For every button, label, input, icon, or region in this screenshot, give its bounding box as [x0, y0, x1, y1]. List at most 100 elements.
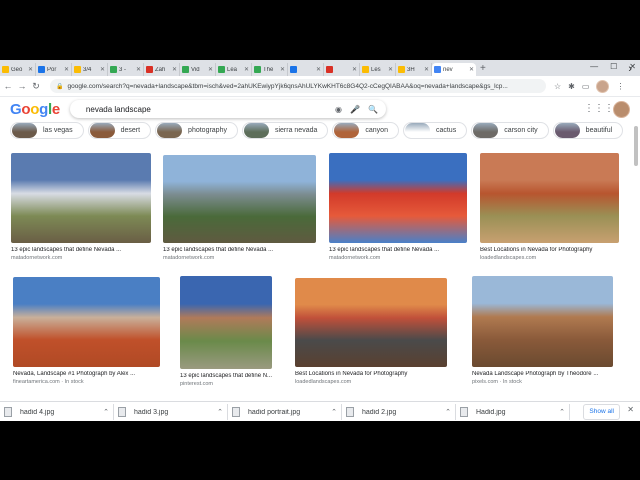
image-result[interactable]: 13 epic landscapes that define Nevada ..…	[11, 153, 151, 261]
maximize-button[interactable]: ☐	[610, 62, 617, 71]
chip-7[interactable]: beautiful	[552, 121, 624, 139]
result-caption[interactable]: 13 epic landscapes that define Nevada ..…	[163, 247, 316, 253]
chevron-up-icon[interactable]: ⌃	[445, 408, 451, 416]
google-logo[interactable]: Google	[10, 101, 60, 118]
search-icon[interactable]: 🔍	[368, 105, 378, 114]
close-tab-icon[interactable]: ✕	[388, 66, 393, 73]
close-tab-icon[interactable]: ✕	[352, 66, 357, 73]
result-caption[interactable]: Nevada, Landscape #1 Photograph by Alex …	[13, 371, 160, 377]
close-tab-icon[interactable]: ✕	[469, 66, 474, 73]
result-thumbnail[interactable]	[13, 277, 160, 367]
camera-icon[interactable]: ◉	[335, 105, 342, 114]
browser-menu-icon[interactable]: ⋮	[616, 82, 624, 91]
close-tab-icon[interactable]: ✕	[208, 66, 213, 73]
result-source[interactable]: matadornetwork.com	[329, 255, 467, 261]
tab-10[interactable]: Les ✕	[360, 63, 396, 76]
scrollbar-thumb[interactable]	[634, 126, 638, 166]
extensions-icon[interactable]: ✱	[568, 82, 575, 91]
tab-3[interactable]: 3 - ✕	[108, 63, 144, 76]
image-result[interactable]: Best Locations in Nevada for Photography…	[295, 278, 447, 385]
close-tab-icon[interactable]: ✕	[280, 66, 285, 73]
result-caption[interactable]: 13 epic landscapes that define Nevada ..…	[11, 247, 151, 253]
forward-icon[interactable]: →	[16, 81, 28, 91]
search-input[interactable]	[83, 103, 327, 115]
download-item[interactable]: hadid portrait.jpg ⌃	[228, 404, 342, 420]
chip-2[interactable]: photography	[155, 121, 238, 139]
bookmark-star-icon[interactable]: ☆	[554, 82, 561, 91]
chip-3[interactable]: sierra nevada	[241, 121, 329, 139]
chevron-up-icon[interactable]: ⌃	[217, 408, 223, 416]
account-avatar[interactable]	[613, 101, 630, 118]
result-thumbnail[interactable]	[11, 153, 151, 243]
result-thumbnail[interactable]	[295, 278, 447, 367]
download-item[interactable]: hadid 3.jpg ⌃	[114, 404, 228, 420]
close-tab-icon[interactable]: ✕	[172, 66, 177, 73]
tab-2[interactable]: 3/4 ✕	[72, 63, 108, 76]
result-thumbnail[interactable]	[472, 276, 613, 367]
download-item[interactable]: hadid 2.jpg ⌃	[342, 404, 456, 420]
download-item[interactable]: hadid 4.jpg ⌃	[0, 404, 114, 420]
chevron-right-icon[interactable]: ›	[628, 63, 632, 75]
image-result[interactable]: Nevada, Landscape #1 Photograph by Alex …	[13, 277, 160, 385]
apps-grid-icon[interactable]: ⋮⋮⋮	[584, 103, 614, 114]
result-caption[interactable]: Best Locations in Nevada for Photography	[295, 371, 447, 377]
chevron-up-icon[interactable]: ⌃	[103, 408, 109, 416]
tab-active[interactable]: nev ✕	[432, 63, 476, 76]
image-result[interactable]: Nevada Landscape Photograph by Theodore …	[472, 276, 613, 385]
cast-icon[interactable]: ▭	[582, 82, 590, 91]
reload-icon[interactable]: ↻	[30, 81, 42, 92]
image-result[interactable]: 13 epic landscapes that define Nevada ..…	[329, 153, 467, 261]
result-source[interactable]: matadornetwork.com	[163, 255, 316, 261]
result-source[interactable]: pinterest.com	[180, 381, 272, 387]
tab-11[interactable]: 3H ✕	[396, 63, 432, 76]
tab-0[interactable]: Geo ✕	[0, 63, 36, 76]
close-tab-icon[interactable]: ✕	[316, 66, 321, 73]
chevron-up-icon[interactable]: ⌃	[559, 408, 565, 416]
show-all-button[interactable]: Show all	[583, 404, 620, 420]
tab-4[interactable]: Zah ✕	[144, 63, 180, 76]
tab-5[interactable]: Vid ✕	[180, 63, 216, 76]
result-caption[interactable]: Best Locations in Nevada for Photography	[480, 247, 619, 253]
result-source[interactable]: loadedlandscapes.com	[480, 255, 619, 261]
image-result[interactable]: 13 epic landscapes that define Nevada ..…	[163, 155, 316, 261]
result-thumbnail[interactable]	[480, 153, 619, 243]
chevron-up-icon[interactable]: ⌃	[331, 408, 337, 416]
result-caption[interactable]: Nevada Landscape Photograph by Theodore …	[472, 371, 613, 377]
new-tab-button[interactable]: +	[480, 63, 486, 74]
tab-6[interactable]: Lea ✕	[216, 63, 252, 76]
chip-5[interactable]: cactus	[402, 121, 468, 139]
back-icon[interactable]: ←	[2, 81, 14, 91]
close-tab-icon[interactable]: ✕	[28, 66, 33, 73]
result-thumbnail[interactable]	[329, 153, 467, 243]
result-thumbnail[interactable]	[180, 276, 272, 369]
chip-6[interactable]: carson city	[471, 121, 549, 139]
download-filename: hadid portrait.jpg	[248, 408, 301, 416]
chip-4[interactable]: canyon	[332, 121, 399, 139]
close-tab-icon[interactable]: ✕	[64, 66, 69, 73]
result-thumbnail[interactable]	[163, 155, 316, 243]
result-source[interactable]: pixels.com · In stock	[472, 379, 613, 385]
download-item[interactable]: Hadid.jpg ⌃	[456, 404, 570, 420]
profile-avatar[interactable]	[596, 79, 610, 93]
image-result[interactable]: Best Locations in Nevada for Photography…	[480, 153, 619, 261]
result-caption[interactable]: 13 epic landscapes that define Nevada ..…	[329, 247, 467, 253]
tab-7[interactable]: The ✕	[252, 63, 288, 76]
tab-8[interactable]: ✕	[288, 63, 324, 76]
result-source[interactable]: fineartamerica.com · In stock	[13, 379, 160, 385]
minimize-button[interactable]: —	[590, 62, 598, 71]
result-source[interactable]: matadornetwork.com	[11, 255, 151, 261]
close-tab-icon[interactable]: ✕	[424, 66, 429, 73]
image-result[interactable]: 13 epic landscapes that define N... pinte…	[180, 276, 272, 387]
chip-1[interactable]: desert	[87, 121, 152, 139]
result-caption[interactable]: 13 epic landscapes that define N...	[180, 373, 272, 379]
microphone-icon[interactable]: 🎤	[350, 105, 360, 114]
close-downloads-icon[interactable]: ✕	[627, 405, 634, 414]
tab-1[interactable]: Por ✕	[36, 63, 72, 76]
tab-9[interactable]: ✕	[324, 63, 360, 76]
result-source[interactable]: loadedlandscapes.com	[295, 379, 447, 385]
chip-0[interactable]: las vegas	[10, 121, 84, 139]
close-tab-icon[interactable]: ✕	[244, 66, 249, 73]
close-tab-icon[interactable]: ✕	[100, 66, 105, 73]
address-bar[interactable]: 🔒 google.com/search?q=nevada+landscape&t…	[50, 79, 546, 93]
close-tab-icon[interactable]: ✕	[136, 66, 141, 73]
